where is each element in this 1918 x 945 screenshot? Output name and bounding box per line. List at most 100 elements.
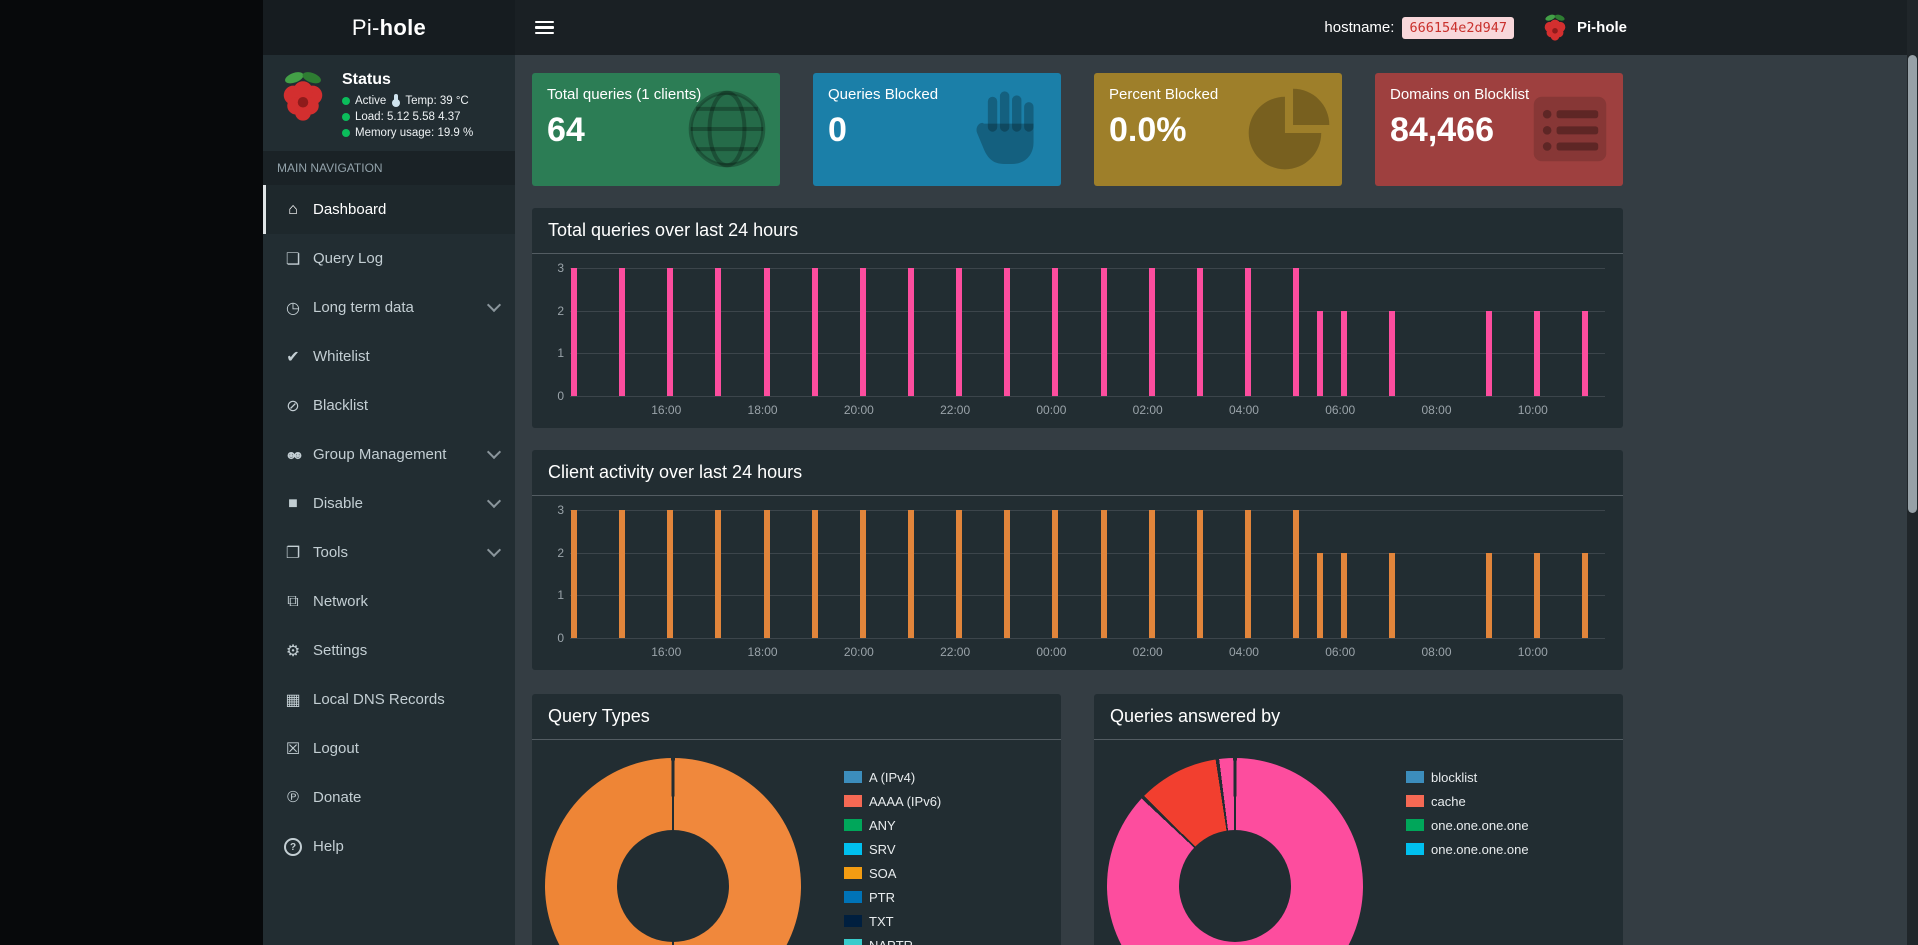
bar-00:05[interactable] bbox=[1052, 268, 1059, 396]
bar-23:05[interactable] bbox=[1004, 268, 1011, 396]
sidebar-item-label: Tools bbox=[313, 544, 349, 561]
answered-by-donut[interactable] bbox=[1107, 758, 1363, 945]
bar-09:05[interactable] bbox=[1485, 552, 1492, 638]
sidebar-item-group-management[interactable]: ☻☻ Group Management bbox=[263, 430, 515, 479]
legend-item-blocklist[interactable]: blocklist bbox=[1406, 770, 1529, 785]
legend-label: NAPTR bbox=[869, 938, 913, 945]
bar-20:05[interactable] bbox=[859, 268, 866, 396]
bar-05:35[interactable] bbox=[1317, 310, 1324, 396]
sidebar-item-donate[interactable]: ℗ Donate bbox=[263, 773, 515, 822]
sidebar-item-disable[interactable]: ■ Disable bbox=[263, 479, 515, 528]
legend-item-a-ipv4[interactable]: A (IPv4) bbox=[844, 770, 941, 785]
bar-05:05[interactable] bbox=[1293, 268, 1300, 396]
legend-item-naptr[interactable]: NAPTR bbox=[844, 938, 941, 945]
sidebar-item-blacklist[interactable]: ⊘ Blacklist bbox=[263, 381, 515, 430]
legend-item-cache[interactable]: cache bbox=[1406, 794, 1529, 809]
temperature-icon bbox=[392, 94, 401, 107]
sidebar-item-logout[interactable]: ☒ Logout bbox=[263, 724, 515, 773]
bar-03:05[interactable] bbox=[1196, 510, 1203, 638]
bar-10:05[interactable] bbox=[1533, 552, 1540, 638]
bar-14:05[interactable] bbox=[571, 268, 577, 396]
status-dot-icon bbox=[342, 129, 350, 137]
legend-item-one-one-one-one[interactable]: one.one.one.one bbox=[1406, 818, 1529, 833]
legend-item-aaaa-ipv6[interactable]: AAAA (IPv6) bbox=[844, 794, 941, 809]
bar-22:05[interactable] bbox=[956, 268, 963, 396]
status-memory-text: Memory usage: 19.9 % bbox=[355, 127, 474, 139]
bar-03:05[interactable] bbox=[1196, 268, 1203, 396]
bar-10:05[interactable] bbox=[1533, 310, 1540, 396]
x-axis-tick: 16:00 bbox=[651, 403, 682, 417]
bar-15:05[interactable] bbox=[619, 510, 626, 638]
bar-07:05[interactable] bbox=[1389, 310, 1396, 396]
bar-20:05[interactable] bbox=[859, 510, 866, 638]
question-icon: ? bbox=[281, 837, 305, 857]
sidebar-item-dashboard[interactable]: ⌂ Dashboard bbox=[263, 185, 515, 234]
legend-swatch bbox=[1406, 795, 1424, 807]
panel-title: Query Types bbox=[532, 694, 1061, 740]
bar-06:05[interactable] bbox=[1341, 552, 1348, 638]
bar-21:05[interactable] bbox=[907, 510, 914, 638]
bar-17:05[interactable] bbox=[715, 510, 722, 638]
bar-16:05[interactable] bbox=[667, 268, 674, 396]
sidebar-item-long-term-data[interactable]: ◷ Long term data bbox=[263, 283, 515, 332]
bar-07:05[interactable] bbox=[1389, 552, 1396, 638]
sidebar-item-whitelist[interactable]: ✔ Whitelist bbox=[263, 332, 515, 381]
legend-item-any[interactable]: ANY bbox=[844, 818, 941, 833]
bar-21:05[interactable] bbox=[907, 268, 914, 396]
sidebar-item-local-dns-records[interactable]: ▦ Local DNS Records bbox=[263, 675, 515, 724]
bar-06:05[interactable] bbox=[1341, 310, 1348, 396]
bar-05:35[interactable] bbox=[1317, 552, 1324, 638]
bar-22:05[interactable] bbox=[956, 510, 963, 638]
summary-card-domains-on-blocklist: Domains on Blocklist 84,466 bbox=[1375, 73, 1623, 186]
scrollbar-thumb[interactable] bbox=[1908, 55, 1917, 513]
brand-link[interactable]: Pi-hole bbox=[263, 0, 515, 55]
bar-23:05[interactable] bbox=[1004, 510, 1011, 638]
check-icon: ✔ bbox=[286, 348, 300, 366]
legend-item-one-one-one-one[interactable]: one.one.one.one bbox=[1406, 842, 1529, 857]
sidebar-item-tools[interactable]: ❐ Tools bbox=[263, 528, 515, 577]
legend-item-soa[interactable]: SOA bbox=[844, 866, 941, 881]
legend-item-txt[interactable]: TXT bbox=[844, 914, 941, 929]
gears-icon: ⚙ bbox=[285, 642, 301, 660]
bar-17:05[interactable] bbox=[715, 268, 722, 396]
sidebar-item-network[interactable]: ⧉ Network bbox=[263, 577, 515, 626]
bar-05:05[interactable] bbox=[1293, 510, 1300, 638]
bar-00:05[interactable] bbox=[1052, 510, 1059, 638]
bar-04:05[interactable] bbox=[1244, 510, 1251, 638]
bar-11:05[interactable] bbox=[1581, 310, 1588, 396]
donut-hole bbox=[1179, 830, 1291, 942]
bar-14:05[interactable] bbox=[571, 510, 577, 638]
bar-15:05[interactable] bbox=[619, 268, 626, 396]
sidebar-item-help[interactable]: ? Help bbox=[263, 822, 515, 871]
bar-04:05[interactable] bbox=[1244, 268, 1251, 396]
sidebar-item-settings[interactable]: ⚙ Settings bbox=[263, 626, 515, 675]
legend-swatch bbox=[844, 915, 862, 927]
scrollbar[interactable] bbox=[1907, 0, 1918, 945]
bar-01:05[interactable] bbox=[1100, 268, 1107, 396]
sidebar-item-query-log[interactable]: ❏ Query Log bbox=[263, 234, 515, 283]
legend-item-srv[interactable]: SRV bbox=[844, 842, 941, 857]
chevron-down-icon bbox=[486, 444, 502, 460]
bar-01:05[interactable] bbox=[1100, 510, 1107, 638]
bar-02:05[interactable] bbox=[1148, 268, 1155, 396]
bar-02:05[interactable] bbox=[1148, 510, 1155, 638]
bar-19:05[interactable] bbox=[811, 510, 818, 638]
bar-11:05[interactable] bbox=[1581, 552, 1588, 638]
gridline bbox=[570, 552, 1605, 554]
total-queries-chart[interactable]: 3 2 1 0 16:00 18:00 20:00 22:00 00:00 02:00 04:00 0… bbox=[532, 254, 1623, 428]
bar-16:05[interactable] bbox=[667, 510, 674, 638]
bar-09:05[interactable] bbox=[1485, 310, 1492, 396]
query-types-donut[interactable] bbox=[545, 758, 801, 945]
sidebar-item-label: Logout bbox=[313, 740, 359, 757]
bar-18:05[interactable] bbox=[763, 268, 770, 396]
bar-18:05[interactable] bbox=[763, 510, 770, 638]
x-axis-tick: 22:00 bbox=[940, 403, 971, 417]
client-activity-chart[interactable]: 3 2 1 0 16:00 18:00 20:00 22:00 00:00 02:00 04:00 0… bbox=[532, 496, 1623, 670]
legend-item-ptr[interactable]: PTR bbox=[844, 890, 941, 905]
bar-19:05[interactable] bbox=[811, 268, 818, 396]
panel-title: Total queries over last 24 hours bbox=[532, 208, 1623, 254]
legend-label: cache bbox=[1431, 794, 1466, 809]
legend-swatch bbox=[1406, 843, 1424, 855]
sidebar-toggle-button[interactable] bbox=[535, 20, 554, 35]
network-icon: ⧉ bbox=[287, 592, 299, 610]
